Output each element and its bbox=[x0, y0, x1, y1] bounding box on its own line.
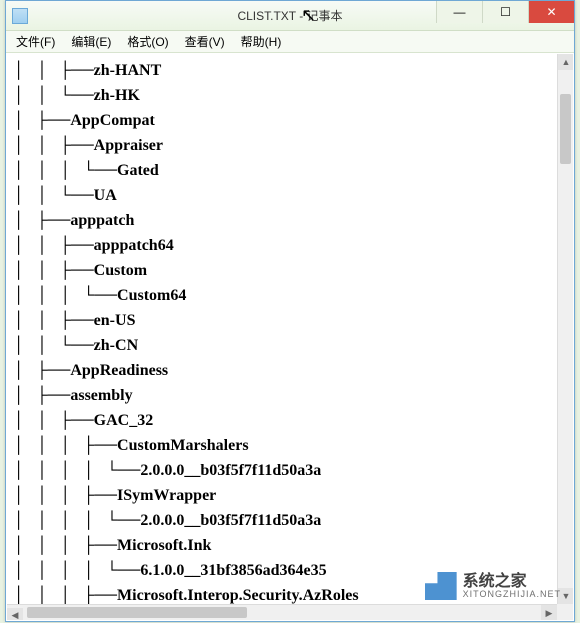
notepad-window: CLIST.TXT - 记事本 — ☐ ✕ ↖ 文件(F) 编辑(E) 格式(O… bbox=[5, 0, 575, 622]
horizontal-scroll-thumb[interactable] bbox=[27, 607, 247, 618]
vertical-scroll-thumb[interactable] bbox=[560, 94, 571, 164]
menu-edit[interactable]: 编辑(E) bbox=[65, 31, 117, 52]
menu-file[interactable]: 文件(F) bbox=[10, 31, 61, 52]
minimize-button[interactable]: — bbox=[436, 1, 482, 23]
menu-format[interactable]: 格式(O) bbox=[121, 31, 174, 52]
scroll-corner bbox=[557, 604, 573, 620]
scroll-up-arrow-icon[interactable]: ▲ bbox=[558, 54, 574, 70]
maximize-button[interactable]: ☐ bbox=[482, 1, 528, 23]
content-area: │ │ ├──zh-HANT │ │ └──zh-HK │ ├──AppComp… bbox=[6, 53, 574, 621]
scroll-left-arrow-icon[interactable]: ◀ bbox=[7, 608, 23, 622]
mouse-cursor-icon: ↖ bbox=[301, 5, 316, 26]
window-controls: — ☐ ✕ bbox=[436, 1, 574, 23]
scroll-down-arrow-icon[interactable]: ▼ bbox=[558, 588, 574, 604]
text-editor[interactable]: │ │ ├──zh-HANT │ │ └──zh-HK │ ├──AppComp… bbox=[7, 54, 557, 604]
menubar: 文件(F) 编辑(E) 格式(O) 查看(V) 帮助(H) bbox=[6, 31, 574, 53]
menu-help[interactable]: 帮助(H) bbox=[235, 31, 288, 52]
menu-view[interactable]: 查看(V) bbox=[179, 31, 231, 52]
scroll-right-arrow-icon[interactable]: ▶ bbox=[541, 605, 557, 621]
titlebar[interactable]: CLIST.TXT - 记事本 — ☐ ✕ ↖ bbox=[6, 1, 574, 31]
close-button[interactable]: ✕ bbox=[528, 1, 574, 23]
horizontal-scrollbar[interactable]: ◀ ▶ bbox=[7, 604, 557, 620]
app-icon bbox=[12, 8, 28, 24]
vertical-scrollbar[interactable]: ▲ ▼ bbox=[557, 54, 573, 604]
